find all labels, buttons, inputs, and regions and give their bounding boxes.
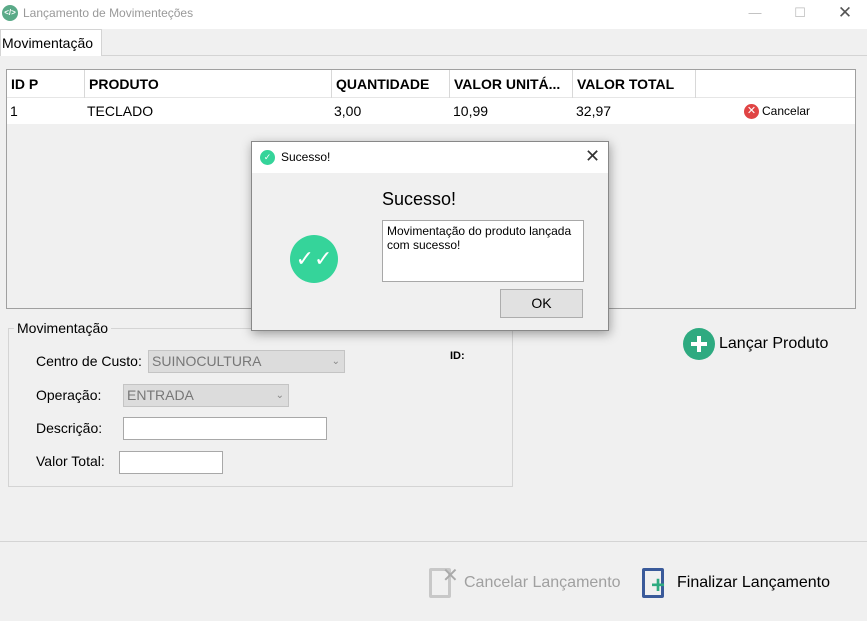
column-header-valor-total[interactable]: VALOR TOTAL: [573, 70, 696, 98]
cancelar-lancamento-button[interactable]: Cancelar Lançamento: [464, 574, 621, 592]
finalizar-lancamento-button[interactable]: Finalizar Lançamento: [677, 574, 830, 592]
dialog-title: Sucesso!: [281, 150, 331, 164]
cancel-item-button[interactable]: ✕ Cancelar: [744, 102, 810, 120]
cancel-item-label: Cancelar: [762, 104, 811, 118]
chevron-down-icon: ⌄: [331, 356, 340, 367]
centro-custo-label: Centro de Custo:: [36, 353, 142, 369]
operacao-select[interactable]: ENTRADA ⌄: [123, 384, 289, 407]
dialog-message: Movimentação do produto lançada com suce…: [382, 220, 584, 282]
cell-quantidade: 3,00: [334, 103, 362, 119]
operacao-value: ENTRADA: [127, 387, 194, 403]
cancel-x-icon: ✕: [744, 104, 759, 120]
descricao-input[interactable]: [123, 417, 327, 440]
table-header: ID P PRODUTO QUANTIDADE VALOR UNITÁ... V…: [7, 70, 855, 98]
ok-button[interactable]: OK: [500, 289, 583, 318]
column-header-action[interactable]: [696, 70, 855, 98]
window-title: Lançamento de Movimenteções: [23, 6, 194, 20]
minimize-button[interactable]: —: [740, 2, 770, 26]
cell-valor-total: 32,97: [576, 103, 612, 119]
id-label: ID:: [450, 350, 465, 362]
x-mark-icon: ✕: [442, 565, 459, 587]
cell-valor-unitario: 10,99: [453, 103, 489, 119]
column-header-id[interactable]: ID P: [7, 70, 85, 98]
descricao-label: Descrição:: [36, 420, 103, 436]
valor-total-input[interactable]: [119, 451, 223, 474]
centro-custo-select[interactable]: SUINOCULTURA ⌄: [148, 350, 345, 373]
close-window-button[interactable]: ✕: [830, 2, 860, 26]
tab-movimentacao[interactable]: Movimentação: [0, 29, 102, 56]
cell-id: 1: [10, 103, 18, 119]
window-titlebar: </> Lançamento de Movimenteções — ☐ ✕: [0, 0, 867, 29]
chevron-down-icon: ⌄: [275, 390, 284, 401]
column-header-valor-unitario[interactable]: VALOR UNITÁ...: [450, 70, 573, 98]
dialog-close-button[interactable]: ✕: [585, 146, 600, 167]
centro-custo-value: SUINOCULTURA: [152, 353, 262, 369]
dialog-heading: Sucesso!: [382, 189, 457, 209]
table-row[interactable]: 1 TECLADO 3,00 10,99 32,97 ✕ Cancelar: [7, 98, 855, 124]
plus-icon: +: [651, 572, 666, 599]
group-legend: Movimentação: [14, 320, 112, 336]
dialog-titlebar: ✓ Sucesso! ✕: [252, 142, 608, 173]
check-icon: ✓: [260, 150, 275, 165]
cell-produto: TECLADO: [87, 103, 154, 119]
lancar-produto-button[interactable]: Lançar Produto: [719, 335, 828, 353]
column-header-produto[interactable]: PRODUTO: [85, 70, 332, 98]
app-code-icon: </>: [2, 5, 18, 21]
success-dialog[interactable]: ✓ Sucesso! ✕ ✓✓ Sucesso! Movimentação do…: [251, 141, 609, 331]
column-header-quantidade[interactable]: QUANTIDADE: [332, 70, 450, 98]
divider: [0, 541, 867, 542]
add-circle-icon[interactable]: [683, 328, 715, 360]
success-check-icon: ✓✓: [290, 235, 338, 283]
maximize-button[interactable]: ☐: [785, 2, 815, 26]
operacao-label: Operação:: [36, 387, 102, 403]
valor-total-label: Valor Total:: [36, 453, 105, 469]
